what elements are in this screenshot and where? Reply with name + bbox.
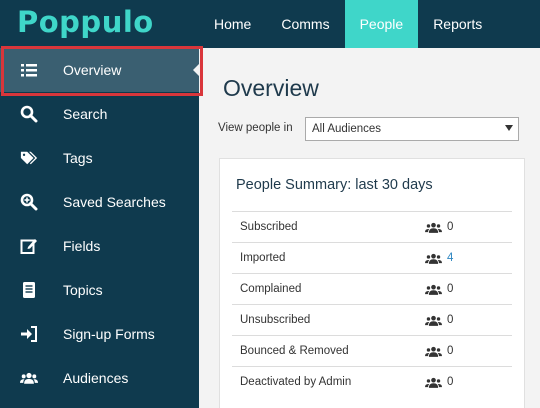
list-icon xyxy=(21,64,37,77)
row-label: Bounced & Removed xyxy=(240,345,349,357)
table-row: Unsubscribed 0 xyxy=(232,304,512,335)
users-icon xyxy=(425,346,442,357)
users-icon xyxy=(20,372,38,384)
users-icon xyxy=(425,253,442,264)
chevron-down-icon xyxy=(505,125,513,131)
sidebar-item-search[interactable]: Search xyxy=(0,92,199,136)
sidebar-item-saved-searches[interactable]: Saved Searches xyxy=(0,180,199,224)
nav-people[interactable]: People xyxy=(344,0,419,48)
table-row: Deactivated by Admin 0 xyxy=(232,366,512,397)
sidebar-item-topics[interactable]: Topics xyxy=(0,268,199,312)
sidebar-item-label: Search xyxy=(63,106,108,122)
people-summary-title: People Summary: last 30 days xyxy=(236,177,433,193)
top-nav: Home Comms People Reports xyxy=(199,0,497,48)
people-summary-table: Subscribed 0 Imported 4 Complained 0 Uns… xyxy=(232,211,512,397)
row-label: Complained xyxy=(240,283,302,295)
table-row: Imported 4 xyxy=(232,242,512,273)
row-value-link[interactable]: 4 xyxy=(447,252,453,264)
sidebar: Overview Search Tags Saved Searches Fiel… xyxy=(0,48,199,408)
audience-select-value: All Audiences xyxy=(312,123,382,135)
table-row: Complained 0 xyxy=(232,273,512,304)
row-value: 0 xyxy=(447,283,454,295)
sidebar-item-label: Tags xyxy=(63,150,93,166)
sidebar-item-fields[interactable]: Fields xyxy=(0,224,199,268)
row-label: Deactivated by Admin xyxy=(240,376,352,388)
nav-home[interactable]: Home xyxy=(199,0,266,48)
audience-select[interactable]: All Audiences xyxy=(305,117,519,141)
view-people-label: View people in xyxy=(218,122,293,134)
sign-in-icon xyxy=(21,326,37,342)
row-value: 0 xyxy=(447,221,454,233)
sidebar-item-label: Fields xyxy=(63,238,101,254)
document-icon xyxy=(23,282,35,298)
table-row: Bounced & Removed 0 xyxy=(232,335,512,366)
sidebar-item-overview[interactable]: Overview xyxy=(0,48,199,92)
row-value: 0 xyxy=(447,345,454,357)
sidebar-item-label: Saved Searches xyxy=(63,194,166,210)
row-value: 0 xyxy=(447,314,454,326)
search-icon xyxy=(20,105,38,123)
sidebar-item-tags[interactable]: Tags xyxy=(0,136,199,180)
row-value: 0 xyxy=(447,376,454,388)
search-plus-icon xyxy=(20,193,38,211)
page-title: Overview xyxy=(223,75,319,101)
nav-comms[interactable]: Comms xyxy=(266,0,344,48)
sidebar-item-sign-up-forms[interactable]: Sign-up Forms xyxy=(0,312,199,356)
row-label: Subscribed xyxy=(240,221,298,233)
sidebar-item-label: Topics xyxy=(63,282,103,298)
poppulo-logo[interactable]: Poppulo xyxy=(17,5,154,39)
sidebar-item-label: Audiences xyxy=(63,370,129,386)
users-icon xyxy=(425,377,442,388)
users-icon xyxy=(425,222,442,233)
sidebar-item-label: Overview xyxy=(63,62,122,78)
tags-icon xyxy=(20,151,38,165)
row-label: Unsubscribed xyxy=(240,314,311,326)
main-content: Overview View people in All Audiences Pe… xyxy=(199,48,540,408)
table-row: Subscribed 0 xyxy=(232,211,512,242)
nav-reports[interactable]: Reports xyxy=(418,0,497,48)
row-label: Imported xyxy=(240,252,286,264)
sidebar-item-label: Sign-up Forms xyxy=(63,326,155,342)
top-bar: Poppulo Home Comms People Reports xyxy=(0,0,540,48)
edit-icon xyxy=(20,239,37,254)
users-icon xyxy=(425,284,442,295)
sidebar-item-audiences[interactable]: Audiences xyxy=(0,356,199,400)
users-icon xyxy=(425,315,442,326)
people-summary-card: People Summary: last 30 days Subscribed … xyxy=(219,158,525,408)
